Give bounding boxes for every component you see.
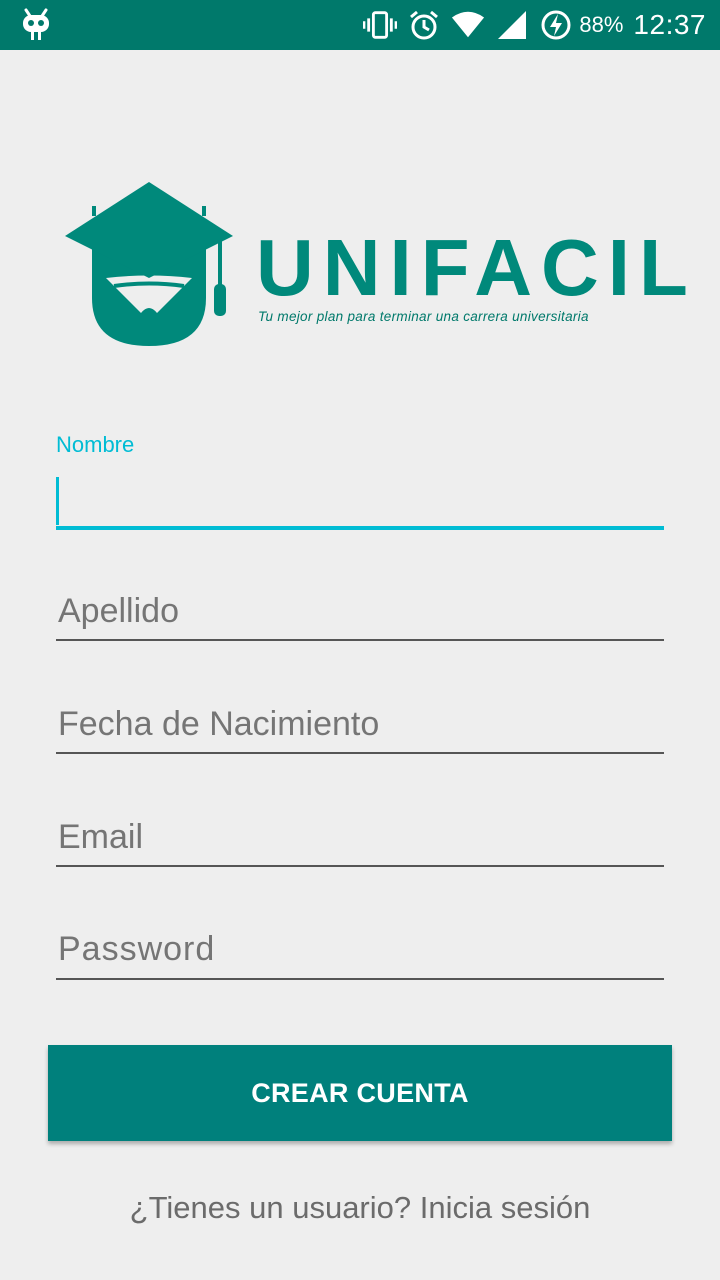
apellido-underline [56, 639, 664, 641]
email-input[interactable] [56, 814, 668, 860]
signin-link[interactable]: ¿Tienes un usuario? Inicia sesión [0, 1190, 720, 1226]
vibrate-icon [363, 8, 398, 42]
brand-name: UNIFACIL [256, 223, 697, 312]
graduation-cap-icon [62, 178, 237, 353]
nombre-field[interactable]: Nombre [56, 432, 668, 532]
status-bar: 88% 12:37 [0, 0, 720, 50]
alarm-icon [407, 8, 441, 42]
apellido-input[interactable] [56, 588, 668, 634]
password-underline [56, 978, 664, 980]
nombre-label: Nombre [56, 432, 135, 457]
fecha-nacimiento-underline [56, 752, 664, 754]
wifi-icon [451, 8, 485, 42]
fecha-nacimiento-input[interactable] [56, 701, 668, 747]
app-logo: UNIFACIL Tu mejor plan para terminar una… [62, 178, 688, 353]
brand-tagline: Tu mejor plan para terminar una carrera … [258, 309, 589, 324]
apellido-field[interactable] [56, 588, 668, 644]
clock: 12:37 [633, 9, 706, 40]
password-input[interactable] [56, 926, 668, 972]
email-underline [56, 865, 664, 867]
crear-cuenta-button[interactable]: CREAR CUENTA [48, 1045, 672, 1141]
email-field[interactable] [56, 814, 668, 870]
cell-signal-icon [495, 8, 529, 42]
nombre-underline [56, 526, 664, 530]
battery-charging-icon [539, 8, 573, 42]
cyanogen-bug-icon [20, 8, 52, 42]
battery-percent: 88% [579, 12, 624, 37]
fecha-nacimiento-field[interactable] [56, 701, 668, 757]
nombre-input[interactable] [56, 476, 668, 522]
password-field[interactable] [56, 926, 668, 982]
